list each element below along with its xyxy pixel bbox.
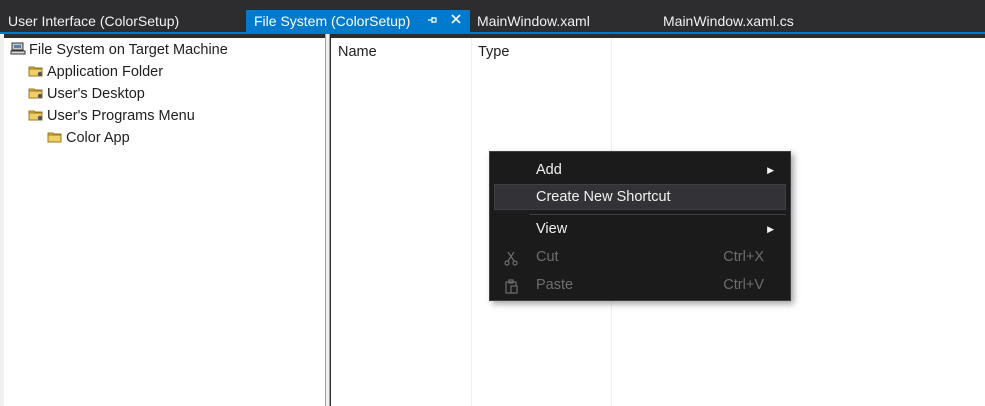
context-menu: Add ▶ Create New Shortcut View ▶ Cut Ctr… xyxy=(489,151,791,301)
tree-item-users-programs-menu[interactable]: User's Programs Menu xyxy=(28,104,195,126)
tab-label: MainWindow.xaml xyxy=(477,13,590,29)
computer-icon xyxy=(10,40,26,55)
tree-root-label: File System on Target Machine xyxy=(29,42,228,58)
tab-file-system[interactable]: File System (ColorSetup) xyxy=(246,10,470,34)
menu-separator xyxy=(530,214,786,215)
menu-item-label: Create New Shortcut xyxy=(536,189,671,205)
scissors-icon xyxy=(503,249,519,266)
tree-item-users-desktop[interactable]: User's Desktop xyxy=(28,82,145,104)
menu-item-shortcut: Ctrl+V xyxy=(723,277,764,293)
clipboard-icon xyxy=(503,277,519,294)
file-system-tree[interactable]: File System on Target Machine Applicatio… xyxy=(4,38,325,406)
menu-item-shortcut: Ctrl+X xyxy=(723,249,764,265)
tab-label: MainWindow.xaml.cs xyxy=(663,13,794,29)
pane-splitter[interactable] xyxy=(325,34,330,406)
tree-item-label: User's Desktop xyxy=(47,86,145,102)
special-folder-icon xyxy=(28,62,44,77)
menu-item-label: Add xyxy=(536,162,562,178)
special-folder-icon xyxy=(28,84,44,99)
special-folder-icon xyxy=(28,106,44,121)
menu-item-paste[interactable]: Paste Ctrl+V xyxy=(494,272,786,298)
tree-root[interactable]: File System on Target Machine xyxy=(10,38,228,60)
tab-label: User Interface (ColorSetup) xyxy=(8,13,180,29)
document-tab-bar: User Interface (ColorSetup) File System … xyxy=(0,0,985,34)
column-header-name[interactable]: Name xyxy=(338,42,377,62)
tree-item-label: Color App xyxy=(66,130,130,146)
column-divider xyxy=(471,38,472,406)
tree-item-color-app[interactable]: Color App xyxy=(47,126,130,148)
tree-item-label: Application Folder xyxy=(47,64,164,80)
tab-label: File System (ColorSetup) xyxy=(254,13,411,29)
tab-mainwindow-xaml-cs[interactable]: MainWindow.xaml.cs xyxy=(655,10,835,34)
pin-icon[interactable] xyxy=(426,10,438,32)
column-header-type[interactable]: Type xyxy=(478,42,509,62)
menu-item-label: View xyxy=(536,221,568,237)
tab-underline xyxy=(0,32,985,34)
menu-item-view[interactable]: View ▶ xyxy=(494,216,786,242)
tree-item-label: User's Programs Menu xyxy=(47,108,195,124)
menu-item-cut[interactable]: Cut Ctrl+X xyxy=(494,244,786,270)
submenu-arrow-icon: ▶ xyxy=(767,224,774,234)
close-icon[interactable] xyxy=(450,9,462,31)
menu-item-add[interactable]: Add ▶ xyxy=(494,157,786,183)
menu-item-create-new-shortcut[interactable]: Create New Shortcut xyxy=(494,184,786,210)
tree-item-application-folder[interactable]: Application Folder xyxy=(28,60,163,82)
tab-user-interface[interactable]: User Interface (ColorSetup) xyxy=(0,10,246,34)
folder-icon xyxy=(47,128,63,143)
menu-item-label: Cut xyxy=(536,249,559,265)
tab-mainwindow-xaml[interactable]: MainWindow.xaml xyxy=(469,10,619,34)
submenu-arrow-icon: ▶ xyxy=(767,165,774,175)
menu-item-label: Paste xyxy=(536,277,574,293)
